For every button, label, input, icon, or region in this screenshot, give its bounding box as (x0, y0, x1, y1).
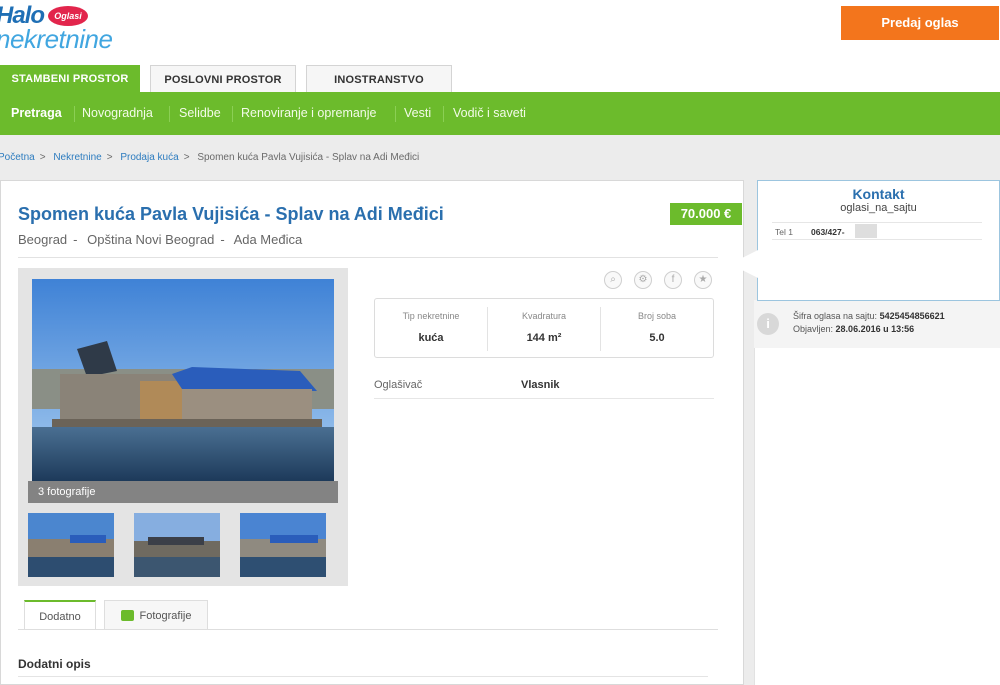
tab-poslovni-prostor[interactable]: POSLOVNI PROSTOR (150, 65, 296, 94)
extra-description-heading: Dodatni opis (18, 657, 91, 671)
advertiser-label: Oglašivač (374, 379, 423, 391)
subnav-divider (395, 106, 396, 122)
location-municipality: Opština Novi Beograd (87, 232, 215, 247)
tab-fotografije[interactable]: Fotografije (104, 600, 208, 630)
sidebar-body (754, 348, 1000, 685)
breadcrumb: Početna > Nekretnine > Prodaja kuća > Spome… (0, 152, 424, 163)
breadcrumb-prodaja-kuca[interactable]: Prodaja kuća (120, 152, 178, 163)
contact-title: Kontakt (852, 186, 905, 202)
post-ad-button[interactable]: Predaj oglas (841, 6, 999, 40)
category-tabs: STAMBENI PROSTOR POSLOVNI PROSTOR INOSTR… (0, 62, 1000, 94)
ad-code-line: Šifra oglasa na sajtu: 5425454856621 (793, 311, 945, 321)
location-city: Beograd (18, 232, 68, 247)
price-badge: 70.000 € (670, 203, 742, 225)
location-separator: - (73, 232, 78, 247)
published-line: Objavljen: 28.06.2016 u 13:56 (793, 324, 914, 334)
subnav-divider (443, 106, 444, 122)
divider (18, 257, 718, 258)
detail-value: 144 m² (526, 332, 562, 344)
breadcrumb-separator: > (39, 152, 46, 163)
subnav-renoviranje[interactable]: Renoviranje i opremanje (241, 92, 377, 135)
detail-value: 5.0 (649, 332, 665, 344)
subnav-vesti[interactable]: Vesti (404, 92, 431, 135)
settings-icon[interactable]: ⚙ (634, 271, 652, 289)
sub-navigation: Pretraga Novogradnja Selidbe Renoviranje… (0, 92, 1000, 135)
photo-count: 3 fotografije (28, 481, 338, 503)
published-label: Objavljen: (793, 324, 834, 334)
location-separator: - (220, 232, 225, 247)
site-header: Halo Oglasi nekretnine Predaj oglas (0, 0, 1000, 62)
divider (18, 676, 708, 677)
detail-type: Tip nekretnine kuća (375, 299, 487, 357)
divider (18, 629, 718, 630)
ad-code-label: Šifra oglasa na sajtu: (793, 311, 878, 321)
detail-label: Tip nekretnine (402, 311, 460, 321)
location-area: Ada Međica (233, 232, 303, 247)
subnav-divider (169, 106, 170, 122)
site-logo[interactable]: Halo Oglasi nekretnine (0, 2, 156, 54)
tab-inostranstvo[interactable]: INOSTRANSTVO (306, 65, 452, 94)
photo-thumbnail[interactable] (28, 513, 114, 577)
subnav-novogradnja[interactable]: Novogradnja (82, 92, 153, 135)
divider (374, 398, 714, 399)
breadcrumb-separator: > (183, 152, 190, 163)
breadcrumb-separator: > (106, 152, 113, 163)
listing-location: Beograd - Opština Novi Beograd - Ada Međic… (18, 232, 308, 247)
facebook-icon[interactable]: f (664, 271, 682, 289)
detail-rooms: Broj soba 5.0 (601, 299, 713, 357)
subnav-selidbe[interactable]: Selidbe (179, 92, 221, 135)
photo-thumbnail[interactable] (134, 513, 220, 577)
tab-fotografije-label: Fotografije (139, 610, 192, 622)
published-value: 28.06.2016 u 13:56 (835, 324, 915, 334)
contact-arrow (730, 250, 758, 278)
listing-title: Spomen kuća Pavla Vujisića - Splav na Ad… (18, 204, 444, 224)
property-details: Tip nekretnine kuća Kvadratura 144 m² Br… (374, 298, 714, 358)
ad-code-value: 5425454856621 (879, 311, 945, 321)
star-icon[interactable]: ★ (694, 271, 712, 289)
advertiser-value: Vlasnik (521, 379, 560, 391)
breadcrumb-nekretnine[interactable]: Nekretnine (53, 152, 101, 163)
detail-value: kuća (418, 332, 444, 344)
detail-area: Kvadratura 144 m² (488, 299, 600, 357)
main-photo[interactable] (32, 279, 334, 481)
tab-stambeni-prostor[interactable]: STAMBENI PROSTOR (0, 65, 140, 94)
phone-row: Tel 1 063/427- (772, 222, 982, 240)
breadcrumb-pocetna[interactable]: Početna (0, 152, 35, 163)
zoom-icon[interactable]: ⌕ (604, 271, 622, 289)
photo-thumbnail[interactable] (240, 513, 326, 577)
phone-number[interactable]: 063/427- (811, 227, 845, 237)
contact-username[interactable]: oglasi_na_sajtu (757, 202, 1000, 214)
breadcrumb-current: Spomen kuća Pavla Vujisića - Splav na Ad… (197, 152, 420, 163)
camera-icon (120, 609, 134, 621)
subnav-divider (232, 106, 233, 122)
info-icon: i (757, 313, 779, 335)
phone-number-hidden[interactable] (855, 224, 877, 238)
detail-label: Broj soba (637, 311, 677, 321)
subnav-divider (74, 106, 75, 122)
logo-badge: Oglasi (48, 6, 88, 26)
subnav-vodic[interactable]: Vodič i saveti (453, 92, 526, 135)
subnav-pretraga[interactable]: Pretraga (11, 92, 62, 135)
detail-label: Kvadratura (521, 311, 567, 321)
logo-nekretnine-text: nekretnine (0, 24, 113, 54)
tab-dodatno[interactable]: Dodatno (24, 600, 96, 630)
phone-label: Tel 1 (775, 227, 793, 237)
